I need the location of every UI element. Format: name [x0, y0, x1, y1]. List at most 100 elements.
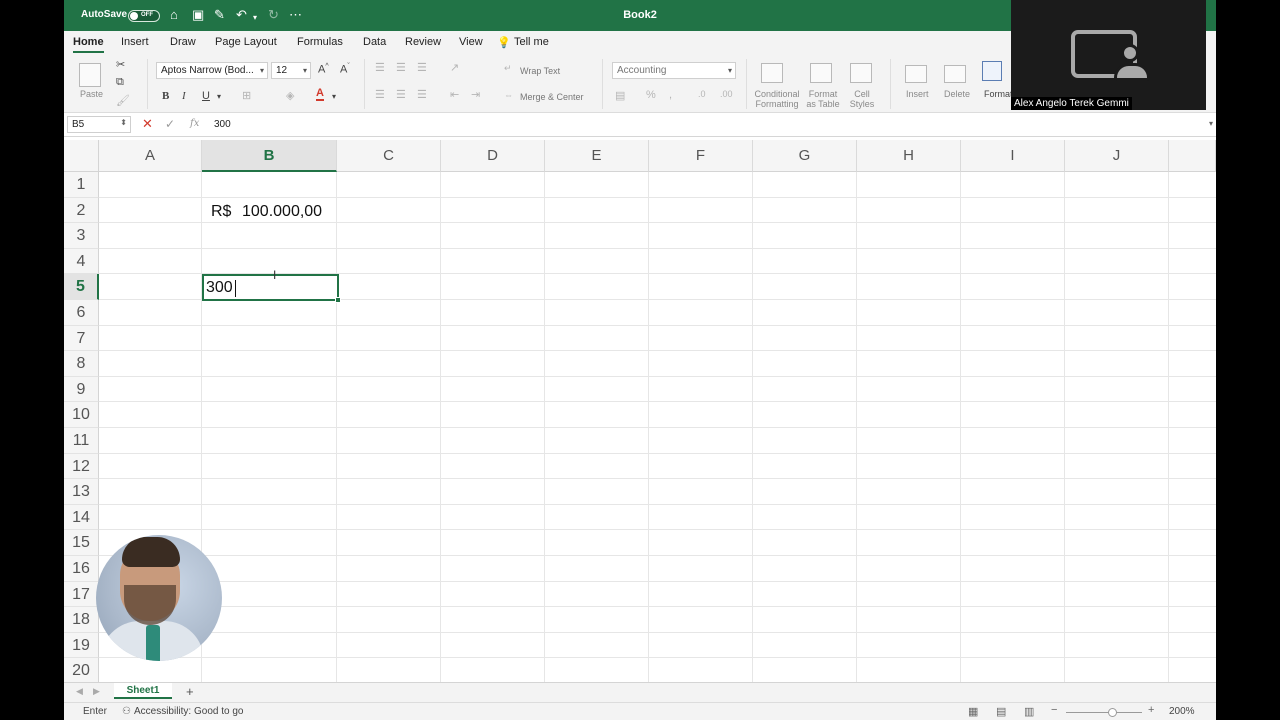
accounting-format-icon[interactable]: ▤ — [615, 89, 625, 102]
expand-formula-bar-icon[interactable]: ▾ — [1209, 119, 1213, 128]
delete-cells-icon[interactable] — [944, 65, 966, 83]
column-header-h[interactable]: H — [857, 140, 961, 172]
cancel-icon[interactable]: ✕ — [142, 117, 153, 131]
column-header-e[interactable]: E — [545, 140, 649, 172]
delete-cells-button[interactable]: Delete — [944, 89, 970, 99]
align-left-icon[interactable]: ☰ — [375, 88, 385, 101]
column-header-f[interactable]: F — [649, 140, 753, 172]
row-header-14[interactable]: 14 — [64, 504, 99, 531]
format-as-table-icon[interactable] — [810, 63, 832, 83]
cell-b2-currency[interactable]: R$ — [211, 203, 231, 221]
cell-styles-button[interactable]: Cell Styles — [846, 89, 878, 109]
row-header-19[interactable]: 19 — [64, 632, 99, 659]
increase-decimal-icon[interactable]: .0 — [698, 89, 706, 99]
merge-center-button[interactable]: Merge & Center — [520, 92, 584, 102]
tab-draw[interactable]: Draw — [170, 36, 196, 48]
insert-function-icon[interactable]: fx — [190, 118, 199, 129]
format-cells-icon[interactable] — [982, 61, 1002, 81]
column-header-d[interactable]: D — [441, 140, 545, 172]
prev-sheet-icon[interactable]: ◀ — [76, 686, 83, 697]
column-header-j[interactable]: J — [1065, 140, 1169, 172]
row-header-2[interactable]: 2 — [64, 197, 99, 224]
row-header-4[interactable]: 4 — [64, 248, 99, 275]
column-header-c[interactable]: C — [337, 140, 441, 172]
percent-icon[interactable]: % — [646, 89, 656, 101]
font-size-select[interactable]: 12 ▾ — [271, 62, 311, 79]
row-header-8[interactable]: 8 — [64, 351, 99, 377]
font-color-dropdown-icon[interactable]: ▾ — [332, 92, 336, 101]
cell-b2-amount[interactable]: 100.000,00 — [242, 203, 322, 221]
row-header-18[interactable]: 18 — [64, 607, 99, 633]
comma-style-icon[interactable]: , — [669, 89, 672, 101]
tab-home[interactable]: Home — [73, 36, 104, 53]
number-format-select[interactable]: Accounting ▾ — [612, 62, 736, 79]
row-header-7[interactable]: 7 — [64, 325, 99, 352]
page-break-view-icon[interactable]: ▥ — [1024, 705, 1034, 718]
bold-button[interactable]: B — [162, 90, 169, 102]
insert-cells-icon[interactable] — [905, 65, 927, 83]
paste-icon[interactable] — [79, 63, 101, 87]
column-header-b[interactable]: B — [202, 140, 337, 172]
orientation-icon[interactable]: ↗ — [450, 61, 459, 74]
tab-formulas[interactable]: Formulas — [297, 36, 343, 48]
align-middle-icon[interactable]: ☰ — [396, 61, 406, 74]
column-header-g[interactable]: G — [753, 140, 857, 172]
row-header-5[interactable]: 5 — [64, 274, 99, 300]
row-header-20[interactable]: 20 — [64, 658, 99, 682]
align-top-icon[interactable]: ☰ — [375, 61, 385, 74]
formula-input[interactable]: 300 — [214, 119, 231, 130]
align-bottom-icon[interactable]: ☰ — [417, 61, 427, 74]
select-all-corner[interactable] — [64, 140, 99, 172]
zoom-level[interactable]: 200% — [1169, 706, 1195, 717]
fill-color-icon[interactable]: ◈ — [286, 89, 294, 102]
italic-button[interactable]: I — [182, 90, 186, 102]
tab-insert[interactable]: Insert — [121, 36, 149, 48]
enter-icon[interactable]: ✓ — [165, 117, 175, 131]
worksheet-grid[interactable]: ABCDEFGHIJ 1 2 3 4 5 6 7 8 9 10 11 12 13 14 15 16 17 18 19… — [64, 140, 1216, 682]
sheet-tab-sheet1[interactable]: Sheet1 — [114, 683, 172, 699]
format-as-table-button[interactable]: Format as Table — [802, 89, 844, 109]
column-header-a[interactable]: A — [99, 140, 202, 172]
font-name-select[interactable]: Aptos Narrow (Bod... ▾ — [156, 62, 268, 79]
increase-indent-icon[interactable]: ⇥ — [471, 88, 480, 101]
row-header-10[interactable]: 10 — [64, 402, 99, 428]
underline-button[interactable]: U — [202, 90, 210, 102]
cut-icon[interactable]: ✂ — [116, 58, 125, 71]
active-cell-b5[interactable]: 300 — [202, 274, 341, 303]
add-sheet-button[interactable]: + — [186, 684, 194, 699]
row-header-9[interactable]: 9 — [64, 376, 99, 403]
row-header-3[interactable]: 3 — [64, 223, 99, 249]
cell-b5-edit-text[interactable]: 300 — [206, 279, 233, 297]
conditional-formatting-button[interactable]: Conditional Formatting — [754, 89, 800, 109]
zoom-out-icon[interactable]: − — [1051, 704, 1057, 716]
name-box[interactable]: B5 ⬍ — [67, 116, 131, 133]
row-header-12[interactable]: 12 — [64, 453, 99, 480]
merge-center-icon[interactable]: ⇔ — [504, 90, 513, 100]
align-right-icon[interactable]: ☰ — [417, 88, 427, 101]
wrap-text-icon[interactable]: ↵ — [504, 63, 512, 74]
decrease-decimal-icon[interactable]: .00 — [720, 89, 733, 99]
fill-handle[interactable] — [335, 297, 341, 303]
increase-font-icon[interactable]: A^ — [318, 63, 329, 76]
tab-page-layout[interactable]: Page Layout — [215, 36, 277, 48]
insert-cells-button[interactable]: Insert — [906, 89, 929, 99]
tab-view[interactable]: View — [459, 36, 483, 48]
row-header-6[interactable]: 6 — [64, 300, 99, 326]
paste-button[interactable]: Paste — [80, 89, 103, 99]
row-header-11[interactable]: 11 — [64, 428, 99, 454]
tab-review[interactable]: Review — [405, 36, 441, 48]
format-cells-button[interactable]: Format — [984, 89, 1013, 99]
zoom-in-icon[interactable]: + — [1148, 704, 1154, 716]
next-sheet-icon[interactable]: ▶ — [93, 686, 100, 697]
format-painter-icon[interactable]: 🖌 — [116, 94, 130, 107]
cell-styles-icon[interactable] — [850, 63, 872, 83]
copy-icon[interactable]: ⧉ — [116, 76, 124, 89]
row-header-17[interactable]: 17 — [64, 581, 99, 608]
tab-data[interactable]: Data — [363, 36, 386, 48]
borders-icon[interactable]: ⊞ — [242, 89, 251, 102]
row-header-1[interactable]: 1 — [64, 172, 99, 198]
column-header-i[interactable]: I — [961, 140, 1065, 172]
conditional-formatting-icon[interactable] — [761, 63, 783, 83]
underline-dropdown-icon[interactable]: ▾ — [217, 92, 221, 101]
decrease-font-icon[interactable]: Aˇ — [340, 63, 350, 76]
